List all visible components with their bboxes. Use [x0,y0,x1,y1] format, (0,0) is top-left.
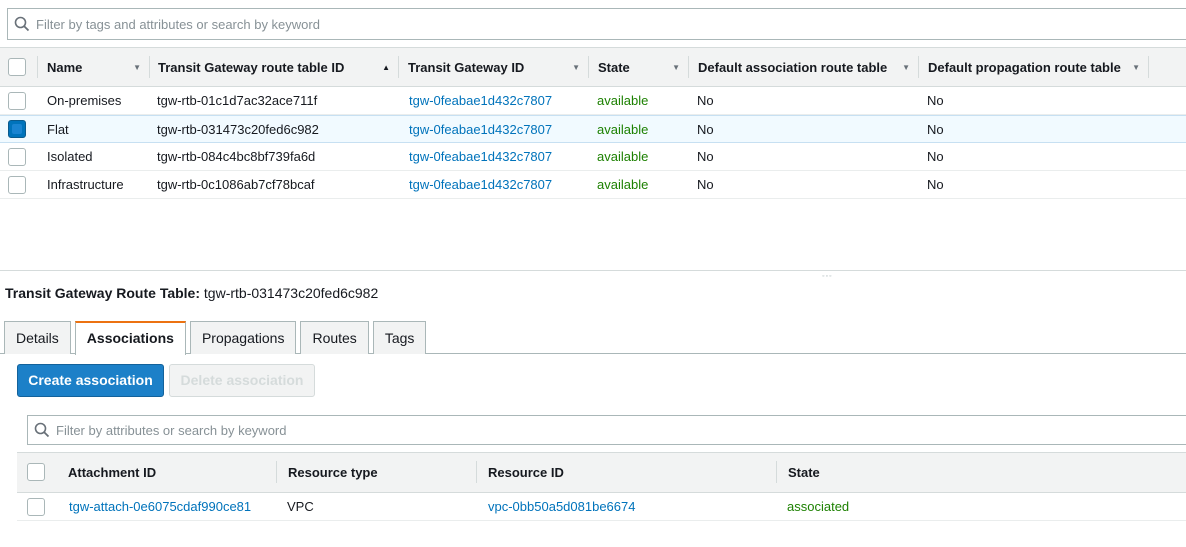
detail-title-label: Transit Gateway Route Table: [5,285,201,301]
table-row-selected[interactable]: Flat tgw-rtb-031473c20fed6c982 tgw-0feab… [0,115,1186,143]
cell-name: Flat [47,122,69,137]
select-all-checkbox[interactable] [8,58,26,76]
col-default-association[interactable]: Default association route table ▼ [690,48,918,86]
route-tables-table: Name ▼ Transit Gateway route table ID ▲ … [0,47,1186,199]
cell-state: available [597,177,649,192]
table-row[interactable]: Infrastructure tgw-rtb-0c1086ab7cf78bcaf… [0,171,1186,199]
cell-rtb-id: tgw-rtb-01c1d7ac32ace711f [157,93,318,108]
table-header: Name ▼ Transit Gateway route table ID ▲ … [0,47,1186,87]
cell-state: available [597,149,649,164]
sort-down-icon: ▼ [1132,63,1140,72]
cell-name: Isolated [47,149,93,164]
row-checkbox[interactable] [27,498,45,516]
detail-title: Transit Gateway Route Table: tgw-rtb-031… [5,285,378,301]
cell-rtb-id: tgw-rtb-084c4bc8bf739fa6d [157,149,316,164]
cell-state: available [597,93,649,108]
pane-divider[interactable] [0,270,1186,271]
associations-table: Attachment ID Resource type Resource ID … [17,452,1186,521]
row-checkbox[interactable] [8,176,26,194]
cell-name: Infrastructure [47,177,124,192]
cell-state: associated [787,499,850,514]
cell-tgw-id-link[interactable]: tgw-0feabae1d432c7807 [409,171,552,199]
delete-association-button: Delete association [169,364,315,397]
table-row[interactable]: On-premises tgw-rtb-01c1d7ac32ace711f tg… [0,87,1186,115]
resize-grip-icon[interactable]: ◦◦◦ [822,273,832,280]
sort-ascending-icon: ▲ [382,63,390,72]
table-row[interactable]: tgw-attach-0e6075cdaf990ce81 VPC vpc-0bb… [17,493,1186,521]
cell-tgw-id-link[interactable]: tgw-0feabae1d432c7807 [409,116,552,144]
col-name[interactable]: Name ▼ [39,48,149,86]
cell-default-assoc: No [697,122,714,137]
row-checkbox[interactable] [8,148,26,166]
col-resource-id[interactable]: Resource ID [480,453,776,491]
tab-routes[interactable]: Routes [300,321,369,354]
col-rtb-id[interactable]: Transit Gateway route table ID ▲ [150,48,398,86]
cell-resource-type: VPC [287,499,314,514]
col-state[interactable]: State ▼ [590,48,688,86]
cell-rtb-id: tgw-rtb-031473c20fed6c982 [157,122,319,137]
search-icon [8,9,36,39]
col-attachment-id[interactable]: Attachment ID [60,453,275,491]
row-checkbox[interactable] [8,92,26,110]
top-filter-input[interactable] [36,10,1186,38]
cell-default-assoc: No [697,93,714,108]
sort-down-icon: ▼ [902,63,910,72]
sort-down-icon: ▼ [672,63,680,72]
sort-down-icon: ▼ [133,63,141,72]
tab-details[interactable]: Details [4,321,71,354]
tab-tags[interactable]: Tags [372,321,427,354]
table-row[interactable]: Isolated tgw-rtb-084c4bc8bf739fa6d tgw-0… [0,143,1186,171]
cell-state: available [597,122,649,137]
cell-tgw-id-link[interactable]: tgw-0feabae1d432c7807 [409,143,552,171]
cell-rtb-id: tgw-rtb-0c1086ab7cf78bcaf [157,177,315,192]
tab-associations[interactable]: Associations [74,321,186,355]
cell-default-assoc: No [697,149,714,164]
sort-down-icon: ▼ [572,63,580,72]
table-header: Attachment ID Resource type Resource ID … [17,452,1186,493]
col-tgw-id[interactable]: Transit Gateway ID ▼ [400,48,588,86]
col-state[interactable]: State [780,453,1080,491]
cell-default-assoc: No [697,177,714,192]
detail-tabs: Details Associations Propagations Routes… [4,321,427,355]
row-checkbox-checked[interactable] [8,120,26,138]
col-resource-type[interactable]: Resource type [280,453,476,491]
cell-attachment-id-link[interactable]: tgw-attach-0e6075cdaf990ce81 [69,493,251,521]
cell-name: On-premises [47,93,122,108]
cell-default-prop: No [927,93,944,108]
select-all-checkbox[interactable] [27,463,45,481]
cell-tgw-id-link[interactable]: tgw-0feabae1d432c7807 [409,87,552,115]
cell-default-prop: No [927,122,944,137]
cell-default-prop: No [927,177,944,192]
detail-title-value: tgw-rtb-031473c20fed6c982 [203,285,379,301]
cell-resource-id-link[interactable]: vpc-0bb50a5d081be6674 [488,493,635,521]
top-filter[interactable] [7,8,1186,40]
col-default-propagation[interactable]: Default propagation route table ▼ [920,48,1148,86]
associations-filter[interactable] [27,415,1186,445]
associations-filter-input[interactable] [56,417,1186,443]
tab-propagations[interactable]: Propagations [189,321,297,354]
create-association-button[interactable]: Create association [17,364,164,397]
search-icon [28,416,56,444]
cell-default-prop: No [927,149,944,164]
